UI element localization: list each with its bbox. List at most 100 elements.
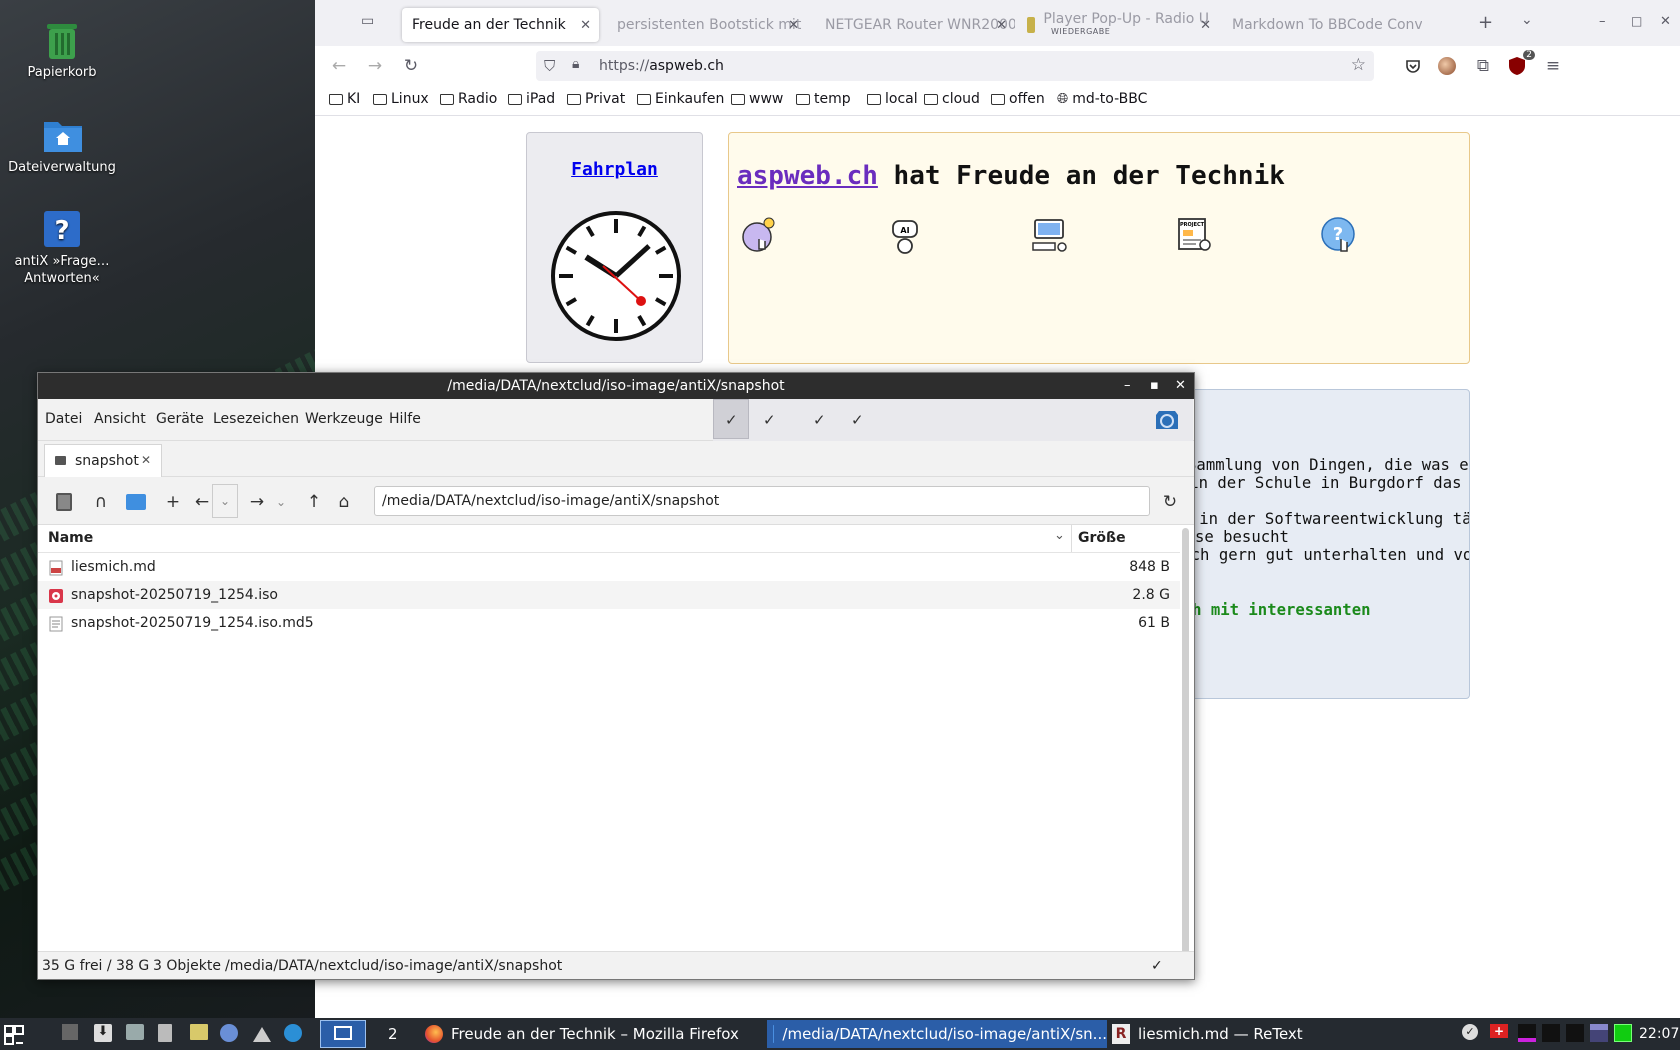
desktop-icon-antix-faq[interactable]: ? antiX »Frage… Antworten«	[7, 209, 117, 287]
back-history-icon[interactable]: ⌄	[212, 484, 238, 518]
ublock-icon[interactable]: 2	[1505, 50, 1535, 78]
bookmark-folder-temp[interactable]: temp	[796, 91, 851, 107]
add-icon[interactable]: +	[160, 489, 186, 515]
column-name[interactable]: Name	[48, 530, 93, 546]
url-bar[interactable]: ⛉ 🔒︎ https://aspweb.ch ☆	[536, 51, 1374, 81]
task-firefox[interactable]: Freude an der Technik – Mozilla Firefox	[425, 1022, 765, 1046]
lock-icon[interactable]: 🔒︎	[572, 56, 579, 72]
toggle-sidebar-icon[interactable]	[51, 489, 77, 515]
close-icon[interactable]: ✕	[1175, 373, 1186, 399]
tab-overview-icon[interactable]: ▭	[361, 13, 379, 31]
check-icon[interactable]: ✓	[851, 411, 864, 429]
task-retext[interactable]: Rliesmich.md — ReText	[1112, 1022, 1352, 1046]
close-icon[interactable]: ✕	[1200, 18, 1211, 33]
computer-icon[interactable]	[1029, 215, 1069, 255]
account-avatar-icon[interactable]	[1435, 54, 1459, 78]
workspace-2-button[interactable]: 2	[388, 1022, 398, 1046]
menu-werkzeuge[interactable]: Werkzeuge	[305, 411, 383, 427]
tab-bootstick[interactable]: persistenten Bootstick mit ✕	[607, 8, 807, 42]
reload-icon[interactable]: ↻	[1157, 489, 1183, 515]
ai-robot-icon[interactable]: AI	[885, 215, 925, 255]
bookmark-folder-www[interactable]: www	[731, 91, 783, 107]
maximize-icon[interactable]: ▪	[1150, 373, 1159, 399]
menu-icon[interactable]: ≡	[1541, 54, 1565, 78]
file-row[interactable]: liesmich.md 848 B	[38, 553, 1180, 581]
archive-icon[interactable]	[158, 1024, 178, 1044]
reload-icon[interactable]: ↻	[399, 54, 423, 78]
column-size[interactable]: Größe	[1078, 530, 1126, 546]
task-file-manager[interactable]: /media/DATA/nextclud/iso-image/antiX/sn.…	[767, 1020, 1107, 1048]
desktop-icon-filemanager[interactable]: Dateiverwaltung	[7, 115, 117, 176]
tab-markdown[interactable]: Markdown To BBCode Conv	[1222, 8, 1422, 42]
sort-chevron-icon[interactable]: ⌄	[1054, 528, 1065, 543]
terminal-icon[interactable]: ∩	[88, 489, 114, 515]
bookmark-folder-privat[interactable]: Privat	[567, 91, 625, 107]
up-icon[interactable]: ↑	[301, 489, 327, 515]
tab-freude[interactable]: Freude an der Technik ✕	[402, 8, 599, 42]
bookmark-folder-einkaufen[interactable]: Einkaufen	[637, 91, 724, 107]
minimize-icon[interactable]: –	[1124, 373, 1131, 399]
fahrplan-link[interactable]: Fahrplan	[527, 159, 702, 180]
bookmark-star-icon[interactable]: ☆	[1351, 55, 1366, 75]
file-row[interactable]: snapshot-20250719_1254.iso 2.8 G	[38, 581, 1180, 609]
bookmark-folder-local[interactable]: local	[867, 91, 918, 107]
project-icon[interactable]: PROJECT	[1174, 215, 1214, 255]
menu-hilfe[interactable]: Hilfe	[389, 411, 421, 427]
tab-radio[interactable]: Player Pop-Up - Radio U WIEDERGABE ✕	[1019, 8, 1219, 42]
home-icon[interactable]: ⌂	[331, 489, 357, 515]
update-check-icon[interactable]: ✓	[1462, 1024, 1482, 1044]
notes-icon[interactable]	[190, 1024, 210, 1044]
menu-geraete[interactable]: Geräte	[156, 411, 204, 427]
bookmark-folder-radio[interactable]: Radio	[440, 91, 497, 107]
back-icon[interactable]: ←	[327, 54, 351, 78]
file-manager-launcher-icon[interactable]	[126, 1024, 146, 1044]
forward-icon[interactable]: →	[244, 489, 270, 515]
menu-lesezeichen[interactable]: Lesezeichen	[213, 411, 299, 427]
close-icon[interactable]: ✕	[996, 18, 1007, 33]
window-titlebar[interactable]: /media/DATA/nextclud/iso-image/antiX/sna…	[38, 373, 1194, 399]
vertical-scrollbar[interactable]	[1182, 528, 1189, 954]
browser-launcher-icon[interactable]	[220, 1024, 240, 1044]
tab-snapshot[interactable]: snapshot ✕	[44, 444, 162, 477]
bookmark-md-to-bbc[interactable]: 🌐︎ md-to-BBC	[1057, 91, 1147, 107]
close-icon[interactable]: ✕	[788, 18, 799, 33]
shield-icon[interactable]: ⛉	[544, 57, 555, 75]
pocket-icon[interactable]	[1401, 54, 1425, 78]
bookmark-folder-ipad[interactable]: iPad	[508, 91, 555, 107]
new-tab-icon[interactable]: +	[1478, 12, 1493, 33]
file-row[interactable]: snapshot-20250719_1254.iso.md5 61 B	[38, 609, 1180, 637]
tab-netgear[interactable]: NETGEAR Router WNR2000 ✕	[815, 8, 1015, 42]
path-input[interactable]: /media/DATA/nextclud/iso-image/antiX/sna…	[374, 486, 1150, 516]
settings-launcher-icon[interactable]	[284, 1024, 304, 1044]
mountain-icon[interactable]	[252, 1024, 272, 1044]
desktop-icon-trash[interactable]: Papierkorb	[7, 20, 117, 81]
forward-history-icon[interactable]: ⌄	[268, 489, 294, 515]
check-icon[interactable]: ✓	[813, 411, 826, 429]
download-icon[interactable]: ⬇	[94, 1024, 114, 1044]
bookmark-folder-cloud[interactable]: cloud	[924, 91, 980, 107]
bookmark-folder-offen[interactable]: offen	[991, 91, 1045, 107]
hero-link[interactable]: aspweb.ch	[737, 161, 878, 191]
close-window-icon[interactable]: ✕	[1660, 14, 1671, 29]
clock[interactable]: 22:07	[1639, 1022, 1679, 1046]
idea-globe-icon[interactable]	[739, 215, 779, 255]
maximize-icon[interactable]: □	[1631, 14, 1642, 28]
check-icon[interactable]: ✓	[763, 411, 776, 429]
new-folder-icon[interactable]	[123, 489, 149, 515]
bookmark-folder-linux[interactable]: Linux	[373, 91, 429, 107]
workspace-1-button[interactable]	[320, 1020, 366, 1048]
tab-list-icon[interactable]: ⌄	[1521, 12, 1533, 28]
start-menu-icon[interactable]	[4, 1025, 24, 1045]
extensions-icon[interactable]: ⧉	[1471, 54, 1495, 78]
close-icon[interactable]: ✕	[580, 18, 591, 33]
swiss-flag-icon[interactable]: +	[1490, 1024, 1510, 1044]
help-icon[interactable]: ?	[1319, 215, 1359, 255]
menu-datei[interactable]: Datei	[45, 411, 82, 427]
menu-ansicht[interactable]: Ansicht	[94, 411, 146, 427]
show-desktop-icon[interactable]	[62, 1024, 82, 1044]
minimize-icon[interactable]: –	[1599, 14, 1606, 29]
check-icon[interactable]: ✓	[725, 411, 738, 429]
close-icon[interactable]: ✕	[141, 453, 151, 467]
bookmark-folder-ki[interactable]: KI	[329, 91, 360, 107]
forward-icon[interactable]: →	[363, 54, 387, 78]
